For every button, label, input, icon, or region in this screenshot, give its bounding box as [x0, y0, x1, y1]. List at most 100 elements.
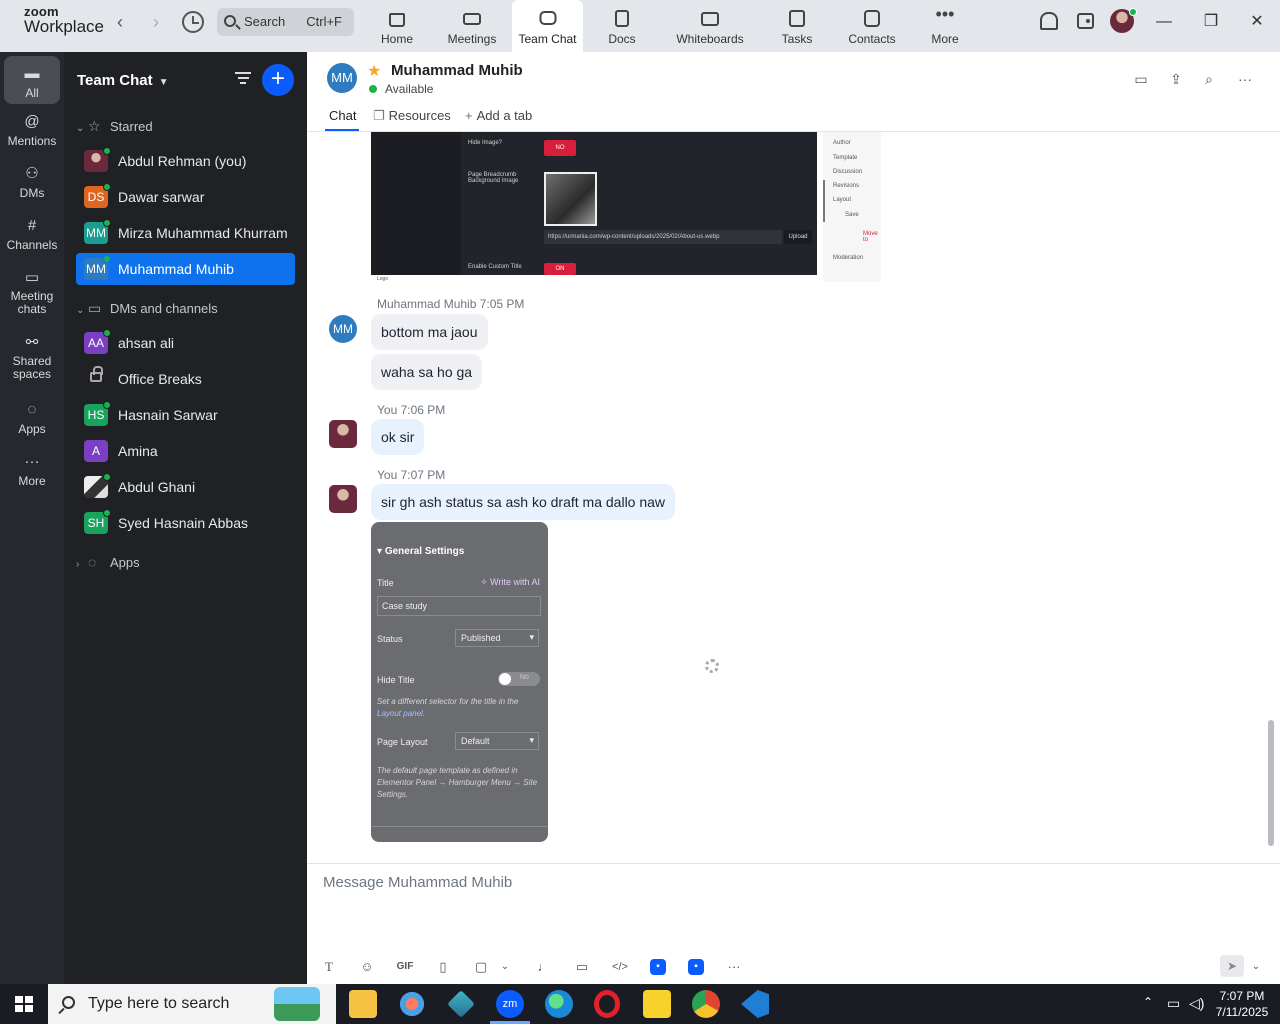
message-bubble[interactable]: ok sir — [371, 419, 425, 455]
message-time: 7:06 PM — [400, 403, 446, 417]
star-icon[interactable]: ★ — [367, 61, 381, 81]
tray-expand-icon[interactable]: ⌃ — [1143, 995, 1153, 1009]
apps-section-header[interactable]: › ◌ Apps — [76, 554, 140, 570]
system-clock[interactable]: 7:07 PM 7/11/2025 — [1212, 988, 1272, 1020]
contact-name[interactable]: Muhammad Muhib — [391, 62, 523, 79]
calendar-icon[interactable] — [1077, 13, 1094, 29]
zoom-app-icon[interactable]: zm — [490, 990, 530, 1024]
sidebar-item-office-breaks[interactable]: Office Breaks — [76, 363, 295, 395]
rail-more[interactable]: ··· More — [0, 454, 64, 489]
ss-side-label: Revisions — [833, 183, 860, 189]
search-highlight-image — [274, 987, 320, 1021]
ss2-toggle-text: No — [520, 674, 529, 681]
taskbar-search[interactable]: Type here to search — [48, 984, 336, 1024]
rail-apps[interactable]: ◌ Apps — [0, 402, 64, 437]
microphone-icon[interactable]: ♩ — [534, 958, 554, 976]
sidebar-item-amina[interactable]: A Amina — [76, 435, 295, 467]
rail-channels[interactable]: # Channels — [0, 217, 64, 253]
screenshot-icon[interactable]: ▢ — [471, 958, 491, 976]
sticky-notes-icon[interactable] — [643, 990, 671, 1018]
composer-placeholder[interactable]: Message Muhammad Muhib — [323, 874, 512, 891]
screenshot-attachment[interactable]: Hide Image? NO Page Breadcrumb Backgroun… — [371, 132, 881, 282]
history-icon[interactable] — [182, 11, 204, 33]
sidebar-item-mirza-khurram[interactable]: MM Mirza Muhammad Khurram — [76, 217, 295, 249]
tab-more[interactable]: ••• More — [909, 0, 981, 52]
dms-section-header[interactable]: ⌄ ▭ DMs and channels — [76, 300, 218, 317]
search-icon[interactable]: ⌕ — [1200, 72, 1218, 86]
notifications-bell-icon[interactable] — [1040, 12, 1058, 30]
tab-team-chat[interactable]: Team Chat — [512, 0, 583, 52]
rail-all[interactable]: ▬ All — [4, 56, 60, 104]
filter-icon[interactable] — [235, 72, 251, 86]
message-bubble[interactable]: sir gh ash status sa ash ko draft ma dal… — [371, 484, 676, 520]
tab-meetings[interactable]: Meetings — [436, 0, 508, 52]
send-button[interactable]: ➤ — [1220, 955, 1244, 977]
new-chat-button[interactable]: + — [262, 64, 294, 96]
app-icon[interactable] — [398, 990, 426, 1018]
settings-screenshot-attachment[interactable]: ▾ General Settings Title ✧ Write with AI… — [371, 522, 548, 842]
back-arrow-icon[interactable]: ‹ — [110, 12, 130, 32]
rail-mentions[interactable]: @ Mentions — [0, 114, 64, 149]
tab-whiteboards[interactable]: Whiteboards — [670, 0, 750, 52]
message-composer[interactable]: Message Muhammad Muhib T ☺ GIF ▯ ▢ ⌄ ♩ ▭… — [307, 863, 1280, 984]
sidebar-item-syed-hasnain-abbas[interactable]: SH Syed Hasnain Abbas — [76, 507, 295, 539]
emoji-icon[interactable]: ☺ — [357, 958, 377, 976]
tab-add[interactable]: + Add a tab — [465, 108, 532, 123]
file-icon[interactable]: ▯ — [433, 958, 453, 976]
video-call-icon[interactable]: ▭ — [1132, 72, 1150, 86]
share-screen-icon[interactable]: ⇪ — [1167, 72, 1185, 86]
rail-shared-spaces[interactable]: ⚯ Shared spaces — [0, 335, 64, 381]
chevron-down-icon[interactable]: ⌄ — [1246, 958, 1266, 976]
chevron-down-icon[interactable]: ⌄ — [495, 958, 515, 976]
chrome-browser-icon[interactable] — [692, 990, 720, 1018]
sidebar-item-dawar-sarwar[interactable]: DS Dawar sarwar — [76, 181, 295, 213]
contact-avatar[interactable]: MM — [327, 63, 357, 93]
sidebar-item-muhammad-muhib[interactable]: MM Muhammad Muhib — [76, 253, 295, 285]
ss2-label: Hide Title — [377, 675, 415, 685]
forward-arrow-icon[interactable]: › — [146, 12, 166, 32]
scrollbar-thumb[interactable] — [1268, 720, 1274, 846]
sender-avatar[interactable] — [329, 420, 357, 448]
tab-label: Home — [380, 32, 413, 46]
tab-home[interactable]: Home — [361, 0, 433, 52]
code-icon[interactable]: </> — [610, 958, 630, 976]
app-icon[interactable] — [447, 990, 475, 1018]
rail-meeting-chats[interactable]: ▭ Meeting chats — [0, 270, 64, 316]
message-bubble[interactable]: bottom ma jaou — [371, 314, 488, 350]
video-message-icon[interactable]: ▭ — [572, 958, 592, 976]
sidebar-item-ahsan-ali[interactable]: AA ahsan ali — [76, 327, 295, 359]
tab-docs[interactable]: Docs — [586, 0, 658, 52]
tab-chat[interactable]: Chat — [329, 108, 356, 123]
message-scrollbar[interactable] — [1266, 132, 1276, 863]
tab-resources[interactable]: ❐ Resources — [373, 108, 451, 124]
message-bubble[interactable]: waha sa ho ga — [371, 354, 483, 390]
sidebar-title[interactable]: Team Chat ▼ — [77, 72, 168, 89]
text-format-icon[interactable]: T — [319, 958, 339, 976]
sender-avatar[interactable] — [329, 485, 357, 513]
network-icon[interactable]: ▭ — [1167, 995, 1180, 1012]
close-icon[interactable]: ✕ — [1245, 10, 1269, 34]
tab-tasks[interactable]: Tasks — [761, 0, 833, 52]
restore-icon[interactable]: ❐ — [1199, 10, 1223, 34]
file-explorer-icon[interactable] — [349, 990, 377, 1018]
opera-browser-icon[interactable] — [594, 990, 620, 1018]
sidebar-item-abdul-ghani[interactable]: Abdul Ghani — [76, 471, 295, 503]
gif-icon[interactable]: GIF — [395, 958, 415, 976]
more-tools-icon[interactable]: ··· — [724, 958, 744, 976]
search-box[interactable]: Search Ctrl+F — [217, 8, 354, 36]
app-icon-1[interactable]: ▪ — [650, 959, 666, 975]
vscode-icon[interactable] — [741, 990, 769, 1018]
rail-dms[interactable]: ⚇ DMs — [0, 166, 64, 201]
sender-avatar[interactable]: MM — [329, 315, 357, 343]
more-options-icon[interactable]: ··· — [1236, 72, 1254, 86]
hash-icon: # — [27, 217, 37, 234]
minimize-icon[interactable]: — — [1152, 10, 1176, 34]
edge-browser-icon[interactable] — [545, 990, 573, 1018]
windows-start-icon[interactable] — [15, 996, 33, 1013]
starred-section-header[interactable]: ⌄ ☆ Starred — [76, 118, 153, 135]
tab-contacts[interactable]: Contacts — [836, 0, 908, 52]
app-icon-2[interactable]: ▪ — [688, 959, 704, 975]
sidebar-item-abdul-rehman[interactable]: Abdul Rehman (you) — [76, 145, 295, 177]
sidebar-item-hasnain-sarwar[interactable]: HS Hasnain Sarwar — [76, 399, 295, 431]
volume-icon[interactable]: ◁) — [1189, 995, 1204, 1012]
